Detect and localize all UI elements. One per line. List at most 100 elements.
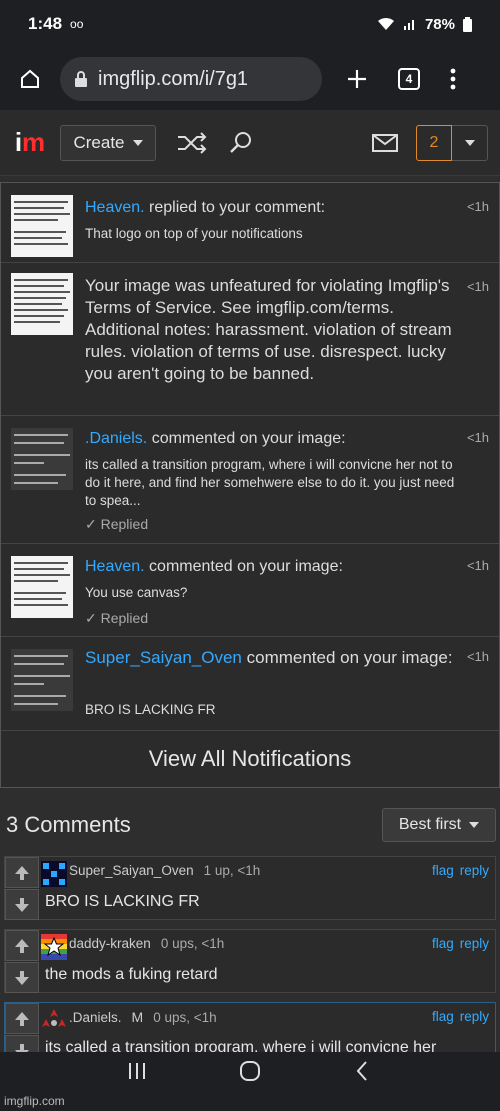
arrow-down-icon — [15, 970, 29, 985]
sort-comments-dropdown[interactable]: Best first — [382, 808, 496, 842]
replied-indicator: ✓ Replied — [85, 516, 149, 532]
more-options-icon[interactable] — [450, 68, 456, 90]
notification-thumbnail — [11, 556, 73, 618]
search-icon — [230, 131, 251, 153]
arrow-up-icon — [15, 938, 29, 953]
notification-user[interactable]: Heaven. — [85, 558, 145, 575]
home-button[interactable] — [0, 67, 60, 91]
notification-body: You use canvas? — [85, 585, 188, 600]
notification-item[interactable]: Heaven. commented on your image: <1h You… — [1, 544, 499, 637]
battery-percent: 78% — [424, 15, 455, 33]
notification-time: <1h — [466, 430, 489, 445]
home-icon — [21, 69, 39, 88]
chevron-down-icon — [464, 139, 475, 146]
notification-thumbnail — [11, 195, 73, 257]
comment-meta: Super_Saiyan_Oven 1 up, <1h — [69, 863, 261, 878]
arrow-up-icon — [15, 865, 29, 880]
notification-time: <1h — [466, 558, 489, 573]
comment-meta: daddy-kraken 0 ups, <1h — [69, 936, 225, 951]
avatar[interactable] — [41, 1007, 67, 1033]
back-icon[interactable] — [352, 1060, 374, 1082]
comment-username[interactable]: daddy-kraken — [69, 936, 151, 951]
mail-icon — [372, 133, 398, 152]
clock: 1:48 — [28, 14, 63, 33]
notification-thumbnail — [11, 649, 73, 711]
site-navbar: im Create 2 — [0, 110, 500, 176]
notification-body: That logo on top of your notifications — [85, 226, 303, 241]
sort-label: Best first — [398, 816, 462, 833]
notification-time: <1h — [466, 199, 489, 214]
notification-body: BRO IS LACKING FR — [85, 702, 216, 717]
arrow-up-icon — [15, 1011, 29, 1026]
notifications-panel: Heaven. replied to your comment: <1h Tha… — [0, 182, 500, 788]
new-tab-icon[interactable] — [346, 68, 368, 90]
comment-username[interactable]: .Daniels. — [69, 1010, 122, 1025]
recent-apps-icon[interactable] — [126, 1060, 148, 1082]
create-button[interactable]: Create — [60, 124, 156, 161]
comment: daddy-kraken 0 ups, <1h flag reply the mod… — [4, 929, 496, 993]
reply-link[interactable]: reply — [460, 1009, 489, 1024]
downvote-button[interactable] — [5, 889, 39, 920]
downvote-button[interactable] — [5, 962, 39, 993]
notification-time: <1h — [466, 649, 489, 664]
notification-item[interactable]: Heaven. replied to your comment: <1h Tha… — [1, 183, 499, 263]
comments-count-heading: 3 Comments — [6, 812, 131, 837]
chevron-down-icon — [132, 139, 143, 146]
system-nav-bar — [0, 1052, 500, 1111]
lock-icon — [75, 71, 87, 87]
notification-user[interactable]: .Daniels. — [85, 430, 147, 447]
notification-item[interactable]: .Daniels. commented on your image: <1h i… — [1, 416, 499, 544]
upvote-button[interactable] — [5, 930, 39, 961]
notification-thumbnail — [11, 273, 73, 335]
messages-button[interactable] — [372, 133, 398, 152]
notification-user[interactable]: Heaven. — [85, 199, 145, 216]
create-label: Create — [73, 132, 125, 152]
shuffle-button[interactable] — [176, 131, 208, 154]
notification-count-button[interactable]: 2 — [416, 124, 452, 161]
comment-text: the mods a fuking retard — [45, 966, 218, 983]
notification-thumbnail — [11, 428, 73, 490]
notification-heading: Heaven. replied to your comment: — [85, 199, 326, 216]
notification-heading: Super_Saiyan_Oven commented on your imag… — [85, 648, 453, 667]
upvote-button[interactable] — [5, 1003, 39, 1034]
replied-indicator: ✓ Replied — [85, 610, 149, 626]
comment-meta: .Daniels. M 0 ups, <1h — [69, 1009, 217, 1025]
flag-link[interactable]: flag — [432, 1009, 454, 1024]
comment: Super_Saiyan_Oven 1 up, <1h flag reply BRO… — [4, 856, 496, 920]
avatar[interactable] — [41, 861, 67, 887]
notification-heading: Your image was unfeatured for violating … — [85, 276, 452, 383]
shuffle-icon — [178, 131, 207, 154]
wifi-icon — [377, 17, 394, 30]
mod-badge: M — [131, 1009, 144, 1025]
chevron-down-icon — [469, 822, 480, 828]
notification-item[interactable]: Super_Saiyan_Oven commented on your imag… — [1, 637, 499, 731]
notification-body: its called a transition program, where i… — [85, 457, 455, 508]
imgflip-logo[interactable]: im — [0, 127, 60, 158]
comment-username[interactable]: Super_Saiyan_Oven — [69, 863, 194, 878]
search-button[interactable] — [228, 130, 254, 156]
reply-link[interactable]: reply — [460, 863, 489, 878]
flag-link[interactable]: flag — [432, 936, 454, 951]
url-text: imgflip.com/i/7g1 — [98, 67, 249, 90]
voicemail-icon: oo — [70, 17, 84, 31]
address-bar[interactable]: imgflip.com/i/7g1 — [60, 57, 322, 101]
arrow-down-icon — [15, 897, 29, 912]
flag-link[interactable]: flag — [432, 863, 454, 878]
avatar[interactable] — [41, 934, 67, 960]
signal-icon — [403, 20, 414, 30]
reply-link[interactable]: reply — [460, 936, 489, 951]
upvote-button[interactable] — [5, 857, 39, 888]
comment-text: BRO IS LACKING FR — [45, 893, 200, 910]
status-bar: 1:48 oo 78% — [0, 0, 500, 48]
notification-user[interactable]: Super_Saiyan_Oven — [85, 648, 242, 667]
home-nav-icon[interactable] — [239, 1060, 261, 1082]
tab-switcher-button[interactable]: 4 — [398, 68, 420, 90]
imgflip-watermark: imgflip.com — [4, 1094, 65, 1108]
status-icons: 78% — [377, 16, 472, 33]
battery-icon — [463, 16, 472, 32]
view-all-notifications-button[interactable]: View All Notifications — [1, 731, 499, 787]
notification-dropdown-button[interactable] — [452, 124, 488, 161]
notification-item[interactable]: Your image was unfeatured for violating … — [1, 263, 499, 416]
notification-heading: .Daniels. commented on your image: — [85, 430, 346, 447]
notification-time: <1h — [466, 279, 489, 294]
